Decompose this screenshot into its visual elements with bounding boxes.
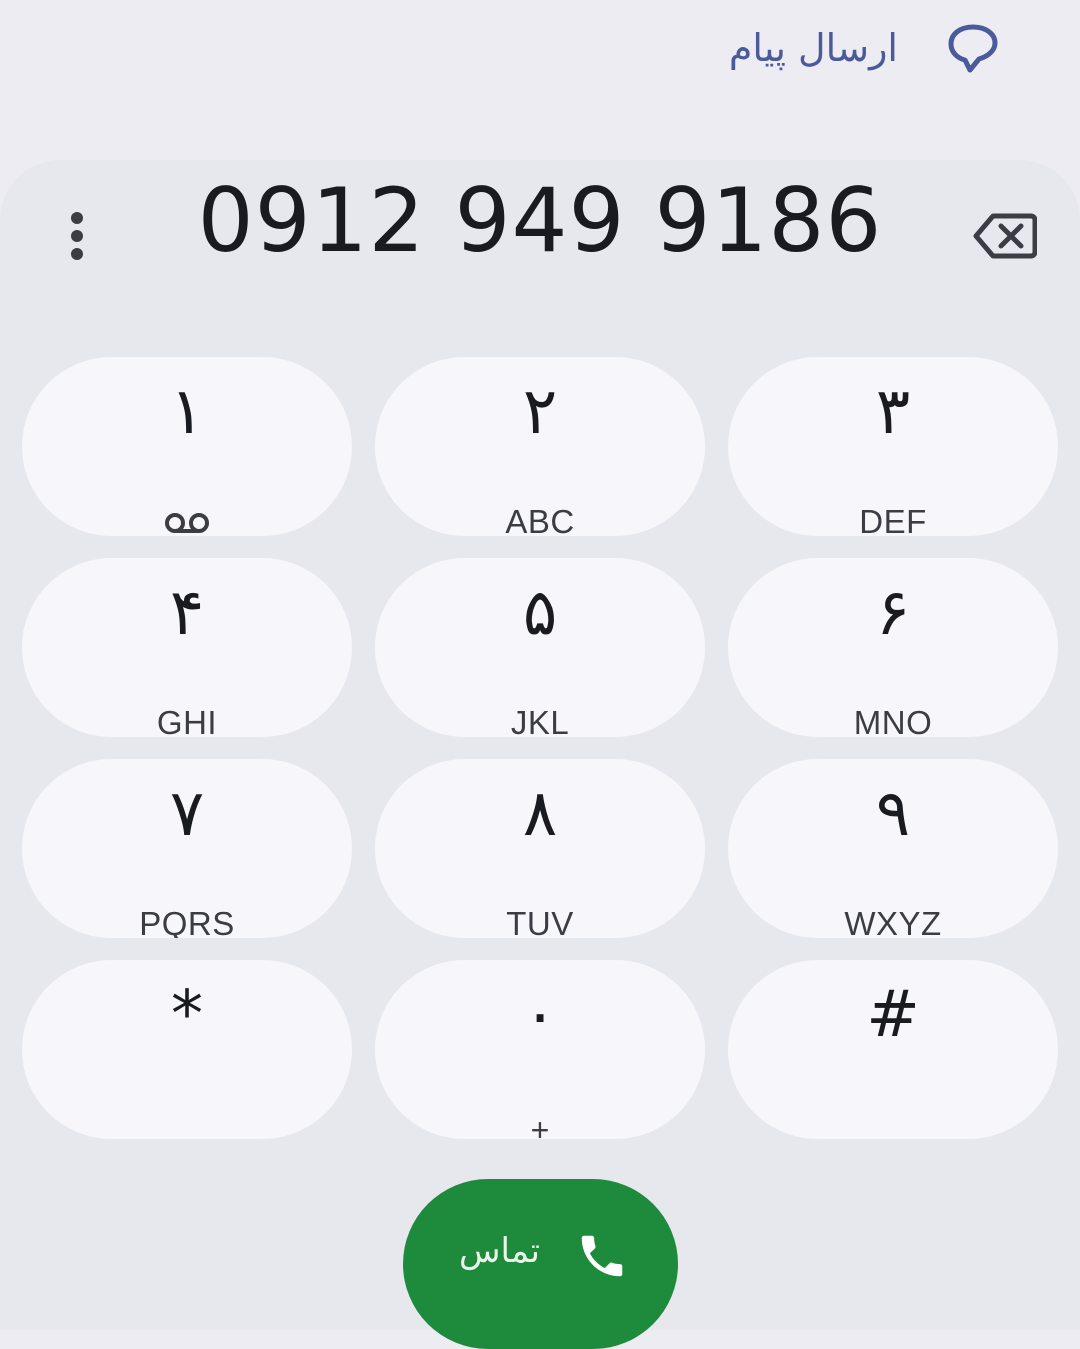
key-letters: ABC xyxy=(505,503,575,536)
keypad: ۱ ۲ ABC ۳ DEF ۴ GHI ۵ JKL ۶ MNO ۷ PQRS ۸… xyxy=(22,357,1058,1139)
backspace-icon xyxy=(973,212,1038,264)
key-4[interactable]: ۴ GHI xyxy=(22,558,352,737)
key-8[interactable]: ۸ TUV xyxy=(375,759,705,938)
phone-icon xyxy=(575,1229,629,1287)
key-letters: PQRS xyxy=(139,905,235,938)
chat-bubble-icon xyxy=(946,21,1000,75)
phone-number-display[interactable]: 0912 949 9186 xyxy=(160,160,920,280)
key-letters: JKL xyxy=(510,704,570,737)
key-digit: ۹ xyxy=(875,777,911,851)
key-0-plus-label: + xyxy=(530,1112,550,1148)
key-5[interactable]: ۵ JKL xyxy=(375,558,705,737)
key-digit: ۶ xyxy=(875,576,911,650)
key-digit: ۵ xyxy=(522,576,558,650)
key-digit: ۳ xyxy=(875,375,911,449)
key-digit: * xyxy=(171,978,203,1052)
key-digit: ۸ xyxy=(522,777,558,851)
key-hash[interactable]: # xyxy=(728,960,1058,1139)
key-letters: DEF xyxy=(859,503,927,536)
backspace-button[interactable] xyxy=(970,208,1040,268)
key-letters: GHI xyxy=(156,704,218,737)
send-message-label: ارسال پیام xyxy=(728,26,898,70)
key-letters: MNO xyxy=(853,704,933,737)
key-1[interactable]: ۱ xyxy=(22,357,352,536)
key-9[interactable]: ۹ WXYZ xyxy=(728,759,1058,938)
key-digit: ۴ xyxy=(169,576,205,650)
key-digit: ۷ xyxy=(169,777,205,851)
more-vert-icon xyxy=(67,208,87,272)
key-6[interactable]: ۶ MNO xyxy=(728,558,1058,737)
key-2[interactable]: ۲ ABC xyxy=(375,357,705,536)
key-digit: ۰ xyxy=(522,978,558,1052)
top-bar: ارسال پیام xyxy=(0,0,1080,160)
call-button[interactable]: تماس xyxy=(403,1179,678,1349)
more-options-button[interactable] xyxy=(50,205,104,275)
key-7[interactable]: ۷ PQRS xyxy=(22,759,352,938)
call-button-label: تماس xyxy=(459,1231,540,1271)
key-digit: ۲ xyxy=(522,375,558,449)
key-digit: ۱ xyxy=(169,375,205,449)
voicemail-icon xyxy=(22,509,352,536)
key-3[interactable]: ۳ DEF xyxy=(728,357,1058,536)
key-digit: # xyxy=(866,978,920,1052)
send-message-button[interactable]: ارسال پیام xyxy=(729,18,1000,78)
key-letters: WXYZ xyxy=(844,905,942,938)
key-letters: TUV xyxy=(506,905,574,938)
key-star[interactable]: * xyxy=(22,960,352,1139)
